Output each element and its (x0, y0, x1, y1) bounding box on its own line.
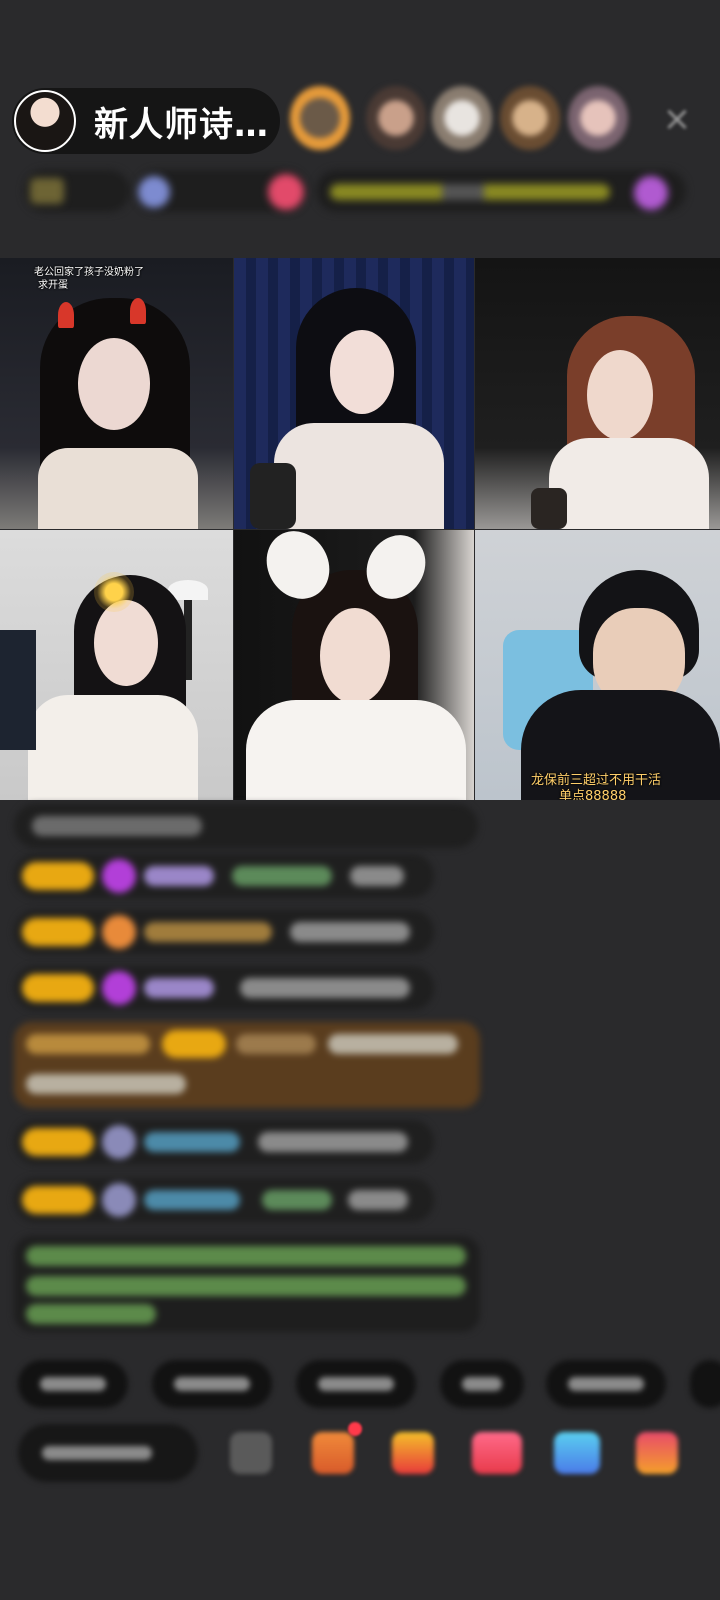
quick-reply-chip[interactable] (18, 1360, 128, 1408)
more-gifts-icon[interactable] (636, 1432, 678, 1474)
notification-dot-icon (348, 1422, 362, 1436)
headpiece-accessory (94, 572, 134, 612)
chat-message[interactable] (14, 966, 434, 1010)
quick-reply-chip[interactable] (440, 1360, 524, 1408)
chat-message[interactable] (14, 1178, 434, 1222)
quick-reply-chip[interactable] (296, 1360, 416, 1408)
video-tile[interactable] (0, 530, 233, 800)
microphone-icon (531, 488, 567, 529)
viewer-avatar-icon[interactable] (500, 86, 560, 150)
chat-message[interactable] (14, 804, 478, 848)
badge-icon (138, 176, 170, 208)
host-avatar-icon[interactable] (14, 90, 76, 152)
viewer-avatar-icon[interactable] (290, 86, 350, 150)
close-icon[interactable]: × (660, 102, 694, 136)
streamer-body (38, 448, 198, 529)
quick-reply-chip[interactable] (690, 1360, 720, 1408)
tile-caption: 单点88888 (559, 789, 627, 800)
video-tile[interactable]: 龙保前三超过不用干活 单点88888 (475, 530, 720, 800)
tile-caption: 求开蛋 (38, 280, 68, 291)
streamer-face (320, 608, 390, 704)
streamer-body (28, 695, 198, 800)
quick-reply-chip[interactable] (546, 1360, 666, 1408)
chat-message[interactable] (14, 854, 434, 898)
horns-accessory (58, 302, 74, 328)
viewer-avatar-icon[interactable] (568, 86, 628, 150)
viewer-avatar-icon[interactable] (366, 86, 426, 150)
gift-box-icon[interactable] (312, 1432, 354, 1474)
microphone-icon (250, 463, 296, 529)
emoji-icon[interactable] (230, 1432, 272, 1474)
chat-message[interactable] (14, 1120, 434, 1164)
video-tile[interactable] (234, 530, 474, 800)
rank-text (330, 184, 610, 200)
streamer-body (274, 423, 444, 529)
host-name: 新人师诗… (94, 104, 269, 145)
chair-decoration (0, 630, 36, 750)
horns-accessory (130, 298, 146, 324)
tile-caption: 龙保前三超过不用干活 (531, 773, 662, 788)
streamer-body (549, 438, 709, 529)
quick-reply-chip[interactable] (152, 1360, 272, 1408)
game-icon[interactable] (554, 1432, 600, 1474)
streamer-face (78, 338, 150, 430)
streamer-face (330, 330, 394, 414)
video-tile[interactable] (475, 258, 720, 529)
badge-icon (268, 174, 304, 210)
comment-input[interactable] (18, 1424, 198, 1482)
streamer-face (94, 600, 158, 686)
system-notice (14, 1236, 480, 1332)
tile-caption: 老公回家了孩子没奶粉了 (34, 267, 144, 278)
badge-icon (634, 176, 668, 210)
streamer-body (246, 700, 466, 800)
chat-message[interactable] (14, 910, 434, 954)
host-info-pill[interactable]: 新人师诗… (12, 88, 280, 154)
streamer-face (587, 350, 653, 440)
red-packet-icon[interactable] (392, 1432, 434, 1474)
video-tile[interactable] (234, 258, 474, 529)
badge-icon (30, 178, 64, 204)
video-tile[interactable]: 老公回家了孩子没奶粉了 求开蛋 (0, 258, 233, 529)
viewer-avatar-icon[interactable] (432, 86, 492, 150)
heart-gift-icon[interactable] (472, 1432, 522, 1474)
chat-message[interactable] (14, 1022, 480, 1108)
